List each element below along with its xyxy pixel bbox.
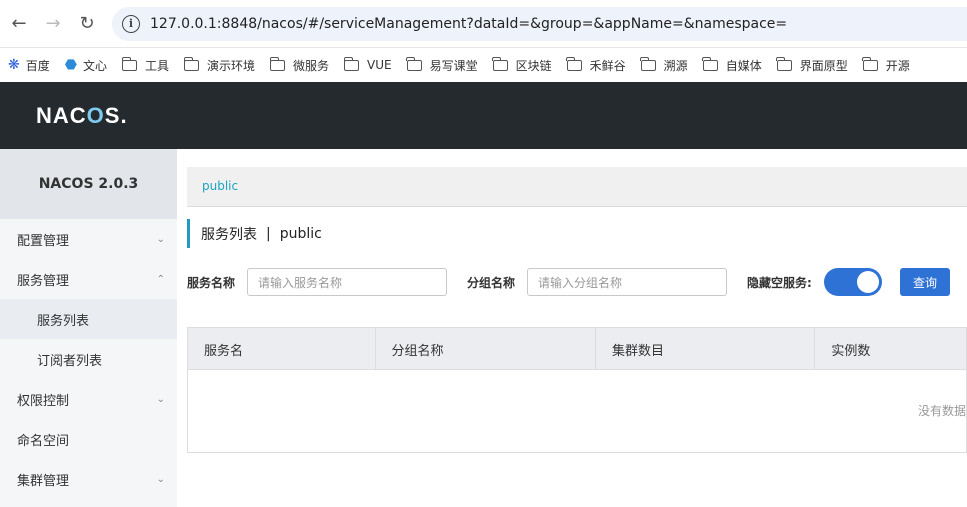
page-title-namespace: public bbox=[279, 225, 322, 242]
column-header[interactable]: 实例数 bbox=[815, 328, 966, 370]
bookmark-item[interactable]: ❋ 百度 bbox=[8, 57, 50, 74]
logo-text: NAC bbox=[36, 103, 87, 128]
browser-toolbar: ← → ↻ i 127.0.0.1:8848/nacos/#/serviceMa… bbox=[0, 0, 967, 48]
sidebar-item-label: 服务列表 bbox=[37, 313, 90, 329]
service-name-filter: 服务名称 请输入服务名称 bbox=[187, 268, 448, 296]
column-header[interactable]: 服务名 bbox=[188, 328, 376, 370]
bookmark-label: 演示环境 bbox=[207, 58, 256, 73]
bookmark-folder[interactable]: 易写课堂 bbox=[406, 56, 478, 74]
sidebar-item-label: 命名空间 bbox=[17, 433, 70, 449]
folder-icon bbox=[406, 56, 422, 71]
bookmark-folder[interactable]: 微服务 bbox=[269, 56, 330, 74]
sidebar-item-service-list[interactable]: 服务列表 bbox=[0, 299, 177, 339]
bookmark-label: 自媒体 bbox=[725, 58, 762, 73]
bookmark-label: 微服务 bbox=[293, 58, 330, 73]
bookmarks-bar: ❋ 百度 ⬣ 文心 工具 演示环境 微服务 VUE 易写课堂 区块链 禾鲜谷 溯… bbox=[0, 48, 967, 82]
bookmark-label: 易写课堂 bbox=[429, 58, 478, 73]
service-table: 服务名 分组名称 集群数目 实例数 没有数据 bbox=[187, 327, 967, 453]
bookmark-item[interactable]: ⬣ 文心 bbox=[65, 57, 107, 74]
folder-icon bbox=[640, 56, 656, 71]
bookmark-label: VUE bbox=[367, 58, 392, 72]
bookmark-folder[interactable]: 区块链 bbox=[492, 56, 552, 74]
folder-icon bbox=[121, 56, 137, 71]
reload-icon[interactable]: ↻ bbox=[70, 7, 104, 41]
forward-arrow-icon[interactable]: → bbox=[36, 7, 70, 41]
logo-text: S. bbox=[104, 103, 128, 128]
bookmark-folder[interactable]: 开源 bbox=[862, 56, 910, 74]
bookmark-label: 百度 bbox=[25, 58, 50, 73]
url-text: 127.0.0.1:8848/nacos/#/serviceManagement… bbox=[150, 15, 788, 32]
folder-icon bbox=[343, 56, 360, 71]
bookmark-label: 工具 bbox=[145, 58, 170, 73]
column-header[interactable]: 集群数目 bbox=[596, 328, 816, 370]
folder-icon bbox=[702, 56, 718, 71]
folder-icon bbox=[566, 56, 582, 71]
paw-icon: ❋ bbox=[8, 57, 20, 73]
table-header: 服务名 分组名称 集群数目 实例数 bbox=[188, 328, 966, 370]
sidebar: NACOS 2.0.3 配置管理 ⌄ 服务管理 ⌃ 服务列表 订阅者列表 权限控… bbox=[0, 149, 177, 507]
bookmark-folder[interactable]: 工具 bbox=[121, 56, 170, 74]
folder-icon bbox=[492, 56, 508, 71]
bookmark-folder[interactable]: 溯源 bbox=[640, 56, 688, 74]
hide-empty-toggle[interactable] bbox=[823, 268, 882, 296]
service-name-input[interactable]: 请输入服务名称 bbox=[247, 268, 448, 296]
bookmark-folder[interactable]: VUE bbox=[343, 56, 392, 72]
group-name-label: 分组名称 bbox=[467, 275, 516, 290]
bookmark-label: 禾鲜谷 bbox=[589, 58, 626, 73]
hide-empty-label: 隐藏空服务: bbox=[747, 275, 812, 290]
folder-icon bbox=[183, 56, 200, 71]
logo-text: O bbox=[86, 103, 105, 128]
sidebar-item-label: 服务管理 bbox=[17, 273, 70, 289]
chevron-down-icon: ⌄ bbox=[156, 233, 165, 245]
sidebar-item-label: 订阅者列表 bbox=[37, 353, 103, 369]
sidebar-item-label: 配置管理 bbox=[17, 233, 70, 249]
app-header: NACOS. bbox=[0, 82, 967, 149]
chevron-down-icon: ⌄ bbox=[156, 473, 165, 485]
service-name-placeholder: 请输入服务名称 bbox=[258, 275, 343, 290]
sidebar-item-namespace[interactable]: 命名空间 bbox=[0, 419, 177, 459]
bookmark-folder[interactable]: 界面原型 bbox=[776, 56, 848, 74]
query-button[interactable]: 查询 bbox=[900, 268, 950, 296]
sidebar-item-cluster[interactable]: 集群管理 ⌄ bbox=[0, 459, 177, 499]
toggle-knob bbox=[856, 271, 879, 293]
column-header[interactable]: 分组名称 bbox=[376, 328, 596, 370]
folder-icon bbox=[776, 56, 792, 71]
chevron-up-icon: ⌃ bbox=[156, 273, 165, 285]
sidebar-item-subscribers[interactable]: 订阅者列表 bbox=[0, 339, 177, 379]
empty-message: 没有数据 bbox=[917, 404, 966, 418]
bookmark-label: 界面原型 bbox=[799, 58, 848, 73]
service-name-label: 服务名称 bbox=[187, 275, 236, 290]
back-arrow-icon[interactable]: ← bbox=[2, 7, 36, 41]
bookmark-label: 文心 bbox=[82, 58, 107, 73]
hide-empty-filter: 隐藏空服务: bbox=[747, 268, 882, 296]
namespace-link[interactable]: public bbox=[202, 179, 238, 193]
folder-icon bbox=[862, 56, 878, 71]
address-bar[interactable]: i 127.0.0.1:8848/nacos/#/serviceManageme… bbox=[112, 6, 967, 41]
cube-icon: ⬣ bbox=[64, 57, 77, 73]
nacos-logo[interactable]: NACOS. bbox=[36, 103, 128, 129]
bookmark-label: 溯源 bbox=[663, 58, 688, 73]
bookmark-label: 区块链 bbox=[515, 58, 552, 73]
info-icon[interactable]: i bbox=[122, 14, 140, 33]
group-name-input[interactable]: 请输入分组名称 bbox=[527, 268, 728, 296]
sidebar-item-config[interactable]: 配置管理 ⌄ bbox=[0, 219, 177, 259]
bookmark-label: 开源 bbox=[885, 58, 910, 73]
main-content: public 服务列表 | public 服务名称 请输入服务名称 分组名称 请… bbox=[187, 149, 967, 507]
bookmark-folder[interactable]: 自媒体 bbox=[702, 56, 762, 74]
sidebar-item-label: 权限控制 bbox=[17, 393, 70, 409]
title-separator: | bbox=[266, 225, 271, 242]
sidebar-item-service[interactable]: 服务管理 ⌃ bbox=[0, 259, 177, 299]
group-name-placeholder: 请输入分组名称 bbox=[538, 275, 623, 290]
bookmark-folder[interactable]: 禾鲜谷 bbox=[566, 56, 626, 74]
page-title-text: 服务列表 bbox=[201, 226, 257, 243]
chevron-down-icon: ⌄ bbox=[156, 393, 165, 405]
group-name-filter: 分组名称 请输入分组名称 bbox=[467, 268, 728, 296]
page-title: 服务列表 | public bbox=[187, 219, 322, 248]
bookmark-folder[interactable]: 演示环境 bbox=[183, 56, 256, 74]
folder-icon bbox=[269, 56, 286, 71]
sidebar-item-label: 集群管理 bbox=[17, 473, 70, 489]
namespace-bar: public bbox=[187, 167, 967, 207]
sidebar-title: NACOS 2.0.3 bbox=[0, 149, 177, 219]
sidebar-item-auth[interactable]: 权限控制 ⌄ bbox=[0, 379, 177, 419]
